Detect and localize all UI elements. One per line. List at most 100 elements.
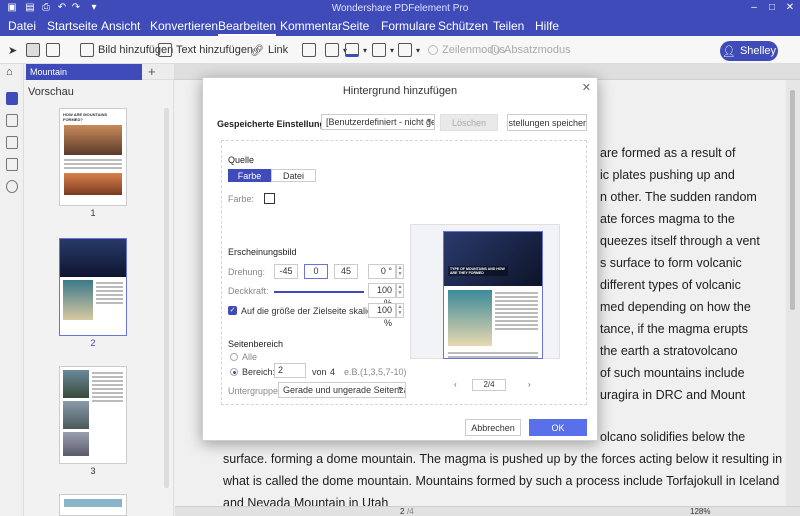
menu-hilfe[interactable]: Hilfe (535, 19, 559, 33)
dialog-title: Hintergrund hinzufügen (342, 85, 458, 97)
user-account-button[interactable]: 👤︎ Shelley (720, 41, 778, 61)
watermark-button[interactable]: ▾ (325, 42, 347, 58)
thumb-image (64, 173, 122, 195)
thumb-text (96, 280, 123, 320)
panel-scrollbar[interactable] (164, 108, 169, 488)
link-icon: 🔗︎ (250, 44, 264, 57)
hand-tool[interactable] (26, 42, 40, 58)
source-file-toggle[interactable]: Datei (271, 169, 316, 182)
scale-stepper[interactable]: ▲ ▼ (396, 303, 404, 318)
paragraph-mode-option[interactable]: Absatzmodus (490, 42, 571, 58)
left-icon-bar: ⌂ (0, 64, 24, 516)
range-von-label: von (312, 367, 327, 377)
bates-button[interactable]: ▾ (398, 42, 420, 58)
preview-page-input[interactable]: 2/4 (472, 379, 506, 391)
save-settings-button[interactable]: Einstellungen speichern... (507, 114, 587, 131)
hand-icon (26, 43, 40, 57)
tab-mountain[interactable]: Mountain (26, 64, 142, 80)
edit-toolbar: ➤ Bild hinzufügen Text hinzufügen 🔗︎ Link… (0, 36, 800, 64)
menu-schuetzen[interactable]: Schützen (438, 19, 488, 33)
range-from-input[interactable]: 2 (274, 363, 306, 378)
header-footer-button[interactable]: ▾ (372, 42, 394, 58)
preview-page: TYPE OF MOUNTAINS AND HOW ARE THEY FORME… (443, 231, 543, 359)
color-picker-swatch[interactable] (264, 193, 275, 204)
home-icon[interactable]: ⌂ (6, 66, 13, 78)
add-background-dialog: Hintergrund hinzufügen ✕ Gespeicherte Ei… (202, 77, 598, 441)
text-icon (158, 43, 172, 57)
delete-settings-button[interactable]: Löschen (440, 114, 498, 131)
rotation-45[interactable]: 45 (334, 264, 358, 279)
search-icon[interactable] (6, 180, 18, 193)
thumb-image (63, 280, 93, 320)
close-icon[interactable]: ✕ (784, 2, 796, 14)
page-thumbnail-3[interactable] (59, 366, 127, 464)
maximize-icon[interactable]: □ (766, 2, 778, 14)
edit-tool[interactable] (46, 42, 60, 58)
page-thumbnail-1[interactable]: HOW ARE MOUNTAINS FORMED? (59, 108, 127, 206)
menu-formulare[interactable]: Formulare (381, 19, 436, 33)
menu-ansicht[interactable]: Ansicht (101, 19, 140, 33)
cancel-button[interactable]: Abbrechen (465, 419, 521, 436)
rotation-minus45[interactable]: -45 (274, 264, 298, 279)
tab-label: Mountain (30, 67, 68, 77)
range-all-radio[interactable] (230, 353, 238, 361)
subset-label: Untergruppe: (228, 386, 281, 396)
menu-seite[interactable]: Seite (342, 19, 369, 33)
source-color-toggle[interactable]: Farbe (228, 169, 271, 182)
preview-next-icon[interactable]: › (528, 380, 531, 389)
thumb-image (63, 401, 89, 429)
ok-button[interactable]: OK (529, 419, 587, 436)
opacity-input[interactable]: 100 % (368, 283, 396, 308)
page-number-2: 2 (90, 338, 96, 348)
subset-select[interactable]: Gerade und ungerade Seitenzahl ▾ (278, 382, 406, 398)
link-button[interactable]: 🔗︎ Link (250, 42, 288, 58)
attachment-icon[interactable] (6, 158, 18, 171)
rotation-input[interactable]: 0 ° (368, 264, 396, 279)
cursor-icon: ➤ (8, 44, 18, 57)
opacity-slider[interactable] (274, 291, 364, 293)
preview-image: TYPE OF MOUNTAINS AND HOW ARE THEY FORME… (444, 232, 542, 286)
comment-icon[interactable] (6, 136, 18, 149)
range-custom-radio[interactable] (230, 368, 238, 376)
edit-icon (46, 43, 60, 57)
menu-bearbeiten[interactable]: Bearbeiten (218, 19, 277, 36)
minimize-icon[interactable]: – (748, 2, 760, 14)
menu-teilen[interactable]: Teilen (493, 19, 524, 33)
paragraph-mode-label: Absatzmodus (504, 44, 571, 56)
background-button[interactable]: ▾ (345, 42, 367, 58)
opacity-stepper[interactable]: ▲ ▼ (396, 283, 404, 298)
thumb-heading: HOW ARE MOUNTAINS FORMED? (63, 112, 108, 122)
pages-icon[interactable] (6, 92, 18, 105)
add-text-button[interactable]: Text hinzufügen (158, 42, 253, 58)
thumb-image (63, 432, 89, 456)
menu-startseite[interactable]: Startseite (47, 19, 98, 33)
user-icon: 👤︎ (721, 45, 736, 58)
rotation-stepper[interactable]: ▲ ▼ (396, 264, 404, 279)
background-icon (345, 43, 359, 57)
thumb-text (92, 370, 123, 456)
opacity-label: Deckkraft: (228, 286, 269, 296)
paragraph-mode-radio-icon (490, 45, 500, 55)
menu-datei[interactable]: Datei (8, 19, 36, 33)
preview-text (444, 352, 542, 358)
preview-prev-icon[interactable]: ‹ (454, 380, 457, 389)
dialog-close-icon[interactable]: ✕ (582, 81, 591, 94)
crop-button[interactable] (302, 42, 316, 58)
page-thumbnail-2[interactable] (59, 238, 127, 336)
new-tab-button[interactable]: + (148, 64, 156, 79)
select-tool[interactable]: ➤ (8, 42, 17, 58)
saved-settings-select[interactable]: [Benutzerdefiniert - nicht gesp ▾ (321, 114, 435, 130)
page-thumbnail-4[interactable] (59, 494, 127, 516)
panel-title: Vorschau (28, 86, 74, 98)
chevron-down-icon: ▾ (397, 384, 402, 393)
bookmark-icon[interactable] (6, 114, 18, 127)
menu-kommentar[interactable]: Kommentar (280, 19, 342, 33)
range-total: 4 (330, 367, 336, 377)
scale-checkbox[interactable]: ✓ (228, 306, 237, 315)
rotation-0[interactable]: 0 (304, 264, 328, 279)
watermark-icon (325, 43, 339, 57)
menu-konvertieren[interactable]: Konvertieren (150, 19, 218, 33)
page-number-1: 1 (90, 208, 96, 218)
scale-input[interactable]: 100 % (368, 303, 396, 328)
header-footer-dropdown-icon: ▾ (390, 45, 395, 55)
